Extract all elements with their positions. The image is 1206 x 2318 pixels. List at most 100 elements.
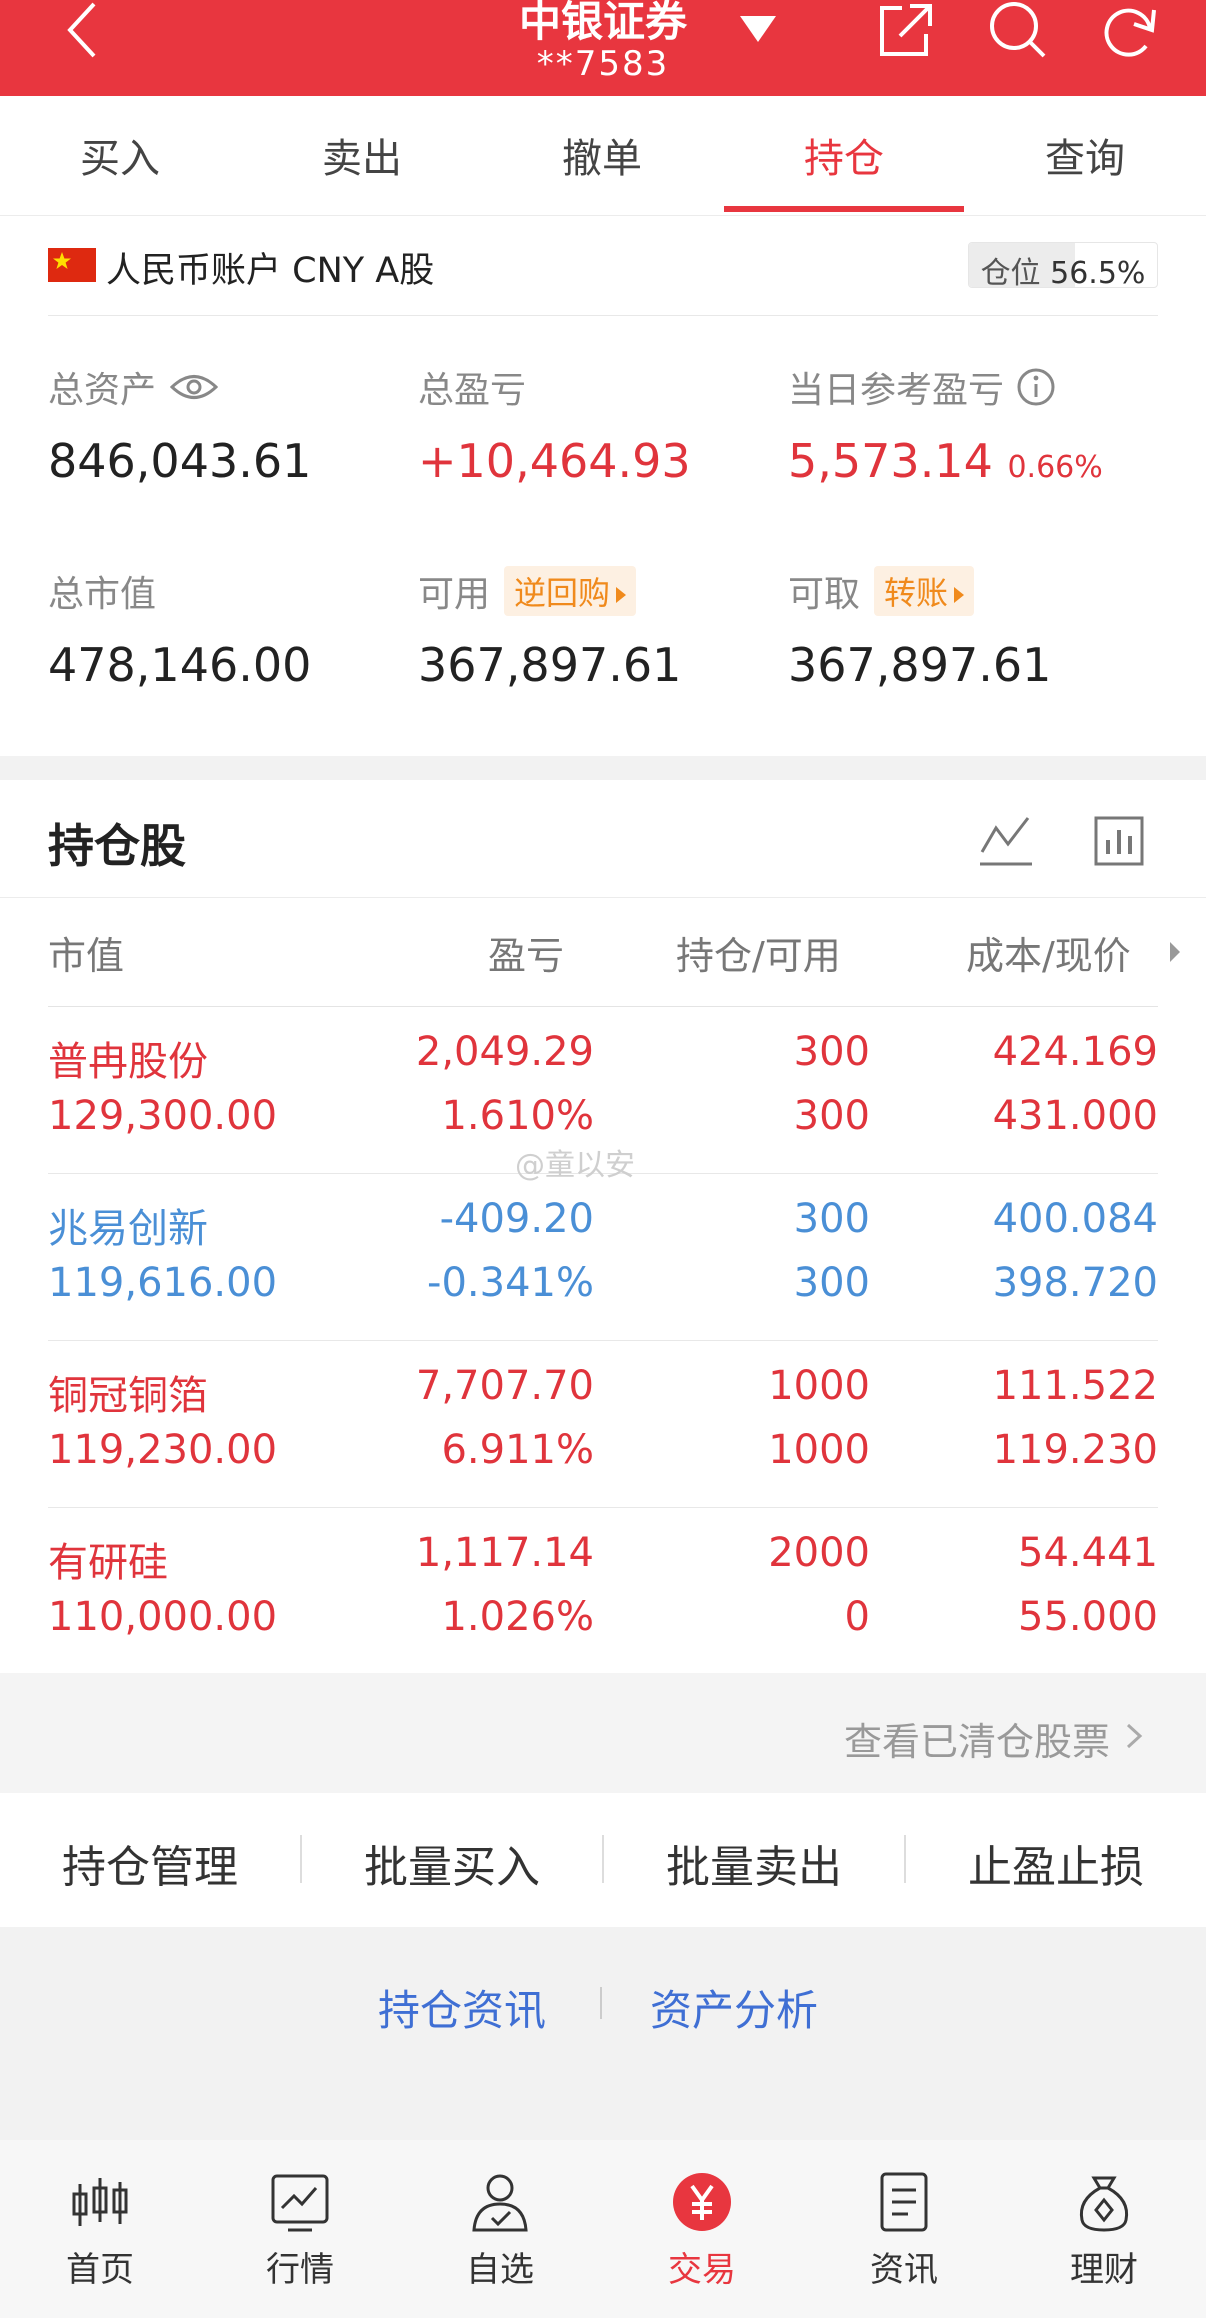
withdrawable-label: 可取 (788, 574, 861, 615)
account-summary: 人民币账户 CNY A股 仓位 56.5% 总资产 846,043.61 总盈亏… (0, 216, 1206, 756)
stock-position: 300 (793, 1029, 870, 1075)
chart-icon (271, 2174, 329, 2232)
bottom-nav: 首页 行情 自选 交易 资讯 理财 (0, 2140, 1206, 2318)
stock-available: 0 (844, 1594, 870, 1640)
chevron-right-icon[interactable] (1168, 940, 1182, 964)
table-row[interactable]: 铜冠铜箔 119,230.00 7,707.70 6.911% 1000 100… (48, 1341, 1158, 1508)
table-row[interactable]: 兆易创新 119,616.00 -409.20 -0.341% 300 300 … (48, 1174, 1158, 1341)
holdings-panel: 持仓股 市值 盈亏 持仓/可用 成本/现价 普冉股份 129,300.00 2,… (0, 780, 1206, 1675)
nav-label: 自选 (466, 2250, 534, 2290)
refresh-icon[interactable] (1098, 0, 1162, 64)
eye-icon[interactable] (170, 372, 219, 402)
arrow-right-icon (954, 587, 965, 603)
dropdown-icon[interactable] (738, 14, 778, 44)
table-row[interactable]: 有研硅 110,000.00 1,117.14 1.026% 2000 0 54… (48, 1508, 1158, 1675)
daily-pnl-value: 5,573.14 (788, 434, 993, 488)
batch-sell-button[interactable]: 批量卖出 (604, 1831, 904, 1895)
stock-name: 铜冠铜箔 (48, 1373, 208, 1419)
line-chart-icon[interactable] (976, 810, 1036, 870)
active-tab-indicator (724, 206, 964, 212)
total-assets: 总资产 846,043.61 (48, 362, 311, 488)
stock-pnl: -409.20 (439, 1196, 594, 1242)
account-row[interactable]: 人民币账户 CNY A股 仓位 56.5% (48, 216, 1158, 316)
china-flag-icon (48, 248, 96, 282)
stock-pnl: 7,707.70 (415, 1363, 594, 1409)
nav-news[interactable]: 资讯 (824, 2170, 984, 2291)
stock-price: 55.000 (1018, 1594, 1158, 1640)
column-header-market-value: 市值 (48, 934, 125, 978)
available-label: 可用 (418, 574, 491, 615)
stock-market-value: 119,230.00 (48, 1427, 278, 1473)
nav-wealth[interactable]: 理财 (1024, 2170, 1184, 2291)
stock-position: 2000 (768, 1530, 870, 1576)
top-bar: 中银证券 **7583 (0, 0, 1206, 96)
tab-holdings[interactable]: 持仓 (744, 126, 944, 184)
nav-label: 首页 (66, 2250, 134, 2290)
stock-pnl: 1,117.14 (415, 1530, 594, 1576)
nav-trade[interactable]: 交易 (622, 2170, 782, 2291)
stock-market-value: 129,300.00 (48, 1093, 278, 1139)
nav-market[interactable]: 行情 (220, 2170, 380, 2291)
nav-label: 资讯 (870, 2250, 938, 2290)
stock-pnl: 2,049.29 (415, 1029, 594, 1075)
share-icon[interactable] (872, 0, 936, 64)
stock-available: 300 (793, 1093, 870, 1139)
daily-pnl-label: 当日参考盈亏 (788, 370, 1005, 411)
withdrawable-funds: 可取 转账 367,897.61 (788, 566, 1051, 692)
stock-name: 普冉股份 (48, 1039, 208, 1085)
take-profit-stop-loss-button[interactable]: 止盈止损 (906, 1831, 1206, 1895)
stock-position: 300 (793, 1196, 870, 1242)
withdrawable-value: 367,897.61 (788, 638, 1052, 692)
divider (600, 1987, 602, 2019)
stock-price: 119.230 (992, 1427, 1158, 1473)
stock-position: 1000 (768, 1363, 870, 1409)
stock-cost: 400.084 (992, 1196, 1158, 1242)
action-bar: 持仓管理 批量买入 批量卖出 止盈止损 (0, 1793, 1206, 1927)
stock-market-value: 119,616.00 (48, 1260, 278, 1306)
tab-buy[interactable]: 买入 (20, 126, 220, 184)
market-value: 总市值 478,146.00 (48, 566, 311, 692)
holdings-news-link[interactable]: 持仓资讯 (378, 1977, 546, 2038)
daily-pnl: 当日参考盈亏 5,573.14 0.66% (788, 362, 1103, 488)
total-pnl: 总盈亏 +10,464.93 (418, 362, 691, 488)
chevron-right-icon (1126, 1723, 1143, 1749)
stock-name: 有研硅 (48, 1540, 168, 1586)
asset-analysis-link[interactable]: 资产分析 (650, 1977, 818, 2038)
stock-market-value: 110,000.00 (48, 1594, 278, 1640)
tab-sell[interactable]: 卖出 (262, 126, 462, 184)
nav-label: 理财 (1070, 2250, 1138, 2290)
nav-home[interactable]: 首页 (20, 2170, 180, 2291)
info-icon[interactable] (1016, 367, 1056, 407)
stock-price: 398.720 (992, 1260, 1158, 1306)
watermark: @童以安 (515, 1148, 635, 1183)
reverse-repo-button[interactable]: 逆回购 (504, 566, 637, 616)
search-icon[interactable] (986, 0, 1050, 64)
column-header-cost-price[interactable]: 成本/现价 (966, 925, 1131, 980)
position-value: 56.5% (1050, 256, 1146, 288)
available-funds: 可用 逆回购 367,897.61 (418, 566, 681, 692)
position-badge: 仓位 56.5% (968, 242, 1158, 288)
stock-name: 兆易创新 (48, 1206, 208, 1252)
stock-pnl-percent: 6.911% (441, 1427, 594, 1473)
trade-tabs: 买入 卖出 撤单 持仓 查询 (0, 96, 1206, 216)
bar-chart-icon[interactable] (1090, 810, 1150, 870)
nav-label: 交易 (668, 2250, 736, 2290)
daily-pnl-percent: 0.66% (1007, 450, 1103, 485)
info-links: 持仓资讯 资产分析 (0, 1927, 1206, 2102)
stock-cost: 424.169 (992, 1029, 1158, 1075)
tab-cancel[interactable]: 撤单 (502, 126, 702, 184)
stock-price: 431.000 (992, 1093, 1158, 1139)
manage-holdings-button[interactable]: 持仓管理 (0, 1831, 300, 1895)
tab-query[interactable]: 查询 (985, 126, 1185, 184)
view-cleared-stocks[interactable]: 查看已清仓股票 (0, 1673, 1206, 1793)
available-value: 367,897.61 (418, 638, 682, 692)
total-assets-label: 总资产 (48, 370, 157, 411)
yuan-icon (673, 2173, 731, 2231)
holdings-title: 持仓股 (48, 819, 186, 873)
column-header-position: 持仓/可用 (676, 934, 841, 978)
money-bag-icon (1079, 2176, 1129, 2232)
nav-watchlist[interactable]: 自选 (420, 2170, 580, 2291)
transfer-button[interactable]: 转账 (874, 566, 975, 616)
batch-buy-button[interactable]: 批量买入 (302, 1831, 602, 1895)
candlestick-icon (72, 2178, 128, 2226)
